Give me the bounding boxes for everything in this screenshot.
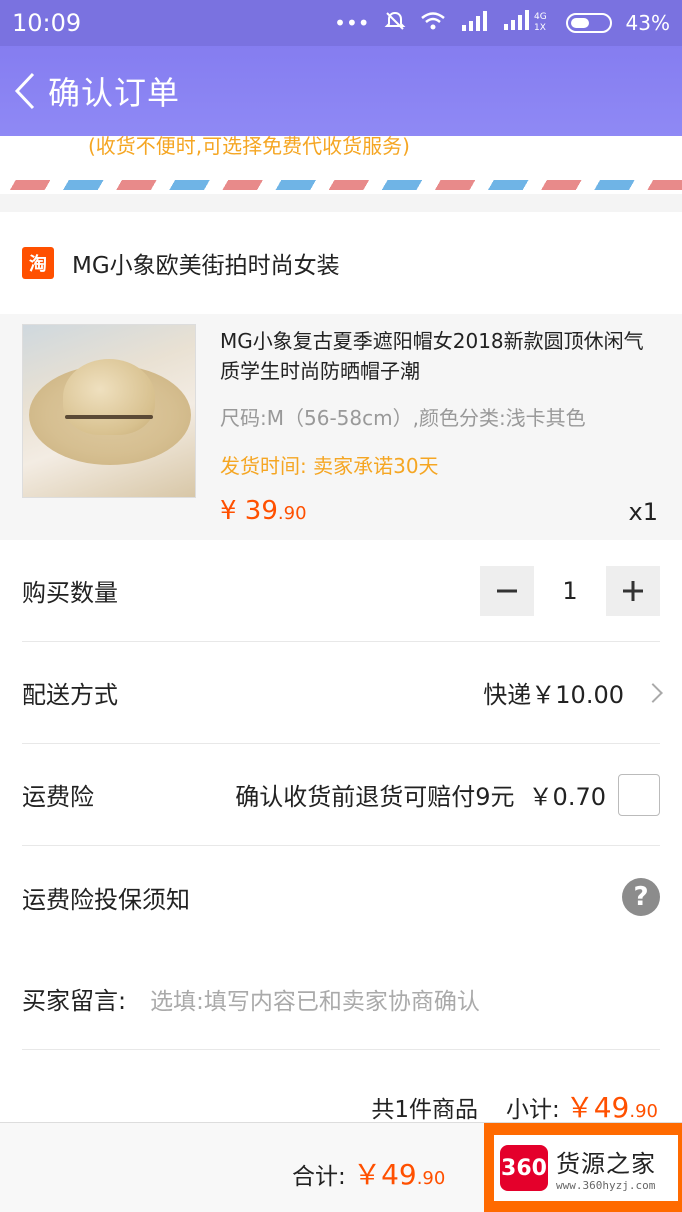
watermark-name: 货源之家 — [556, 1150, 656, 1178]
watermark-url: www.360hyzj.com — [556, 1179, 656, 1192]
product-price: ¥ 39.90 — [220, 496, 307, 526]
address-card[interactable]: (收货不便时,可选择免费代收货服务) — [0, 136, 682, 194]
shop-header[interactable]: 淘 MG小象欧美街拍时尚女装 — [0, 212, 682, 314]
airmail-stripe — [0, 180, 682, 190]
subtotal-label: 小计: — [505, 1097, 560, 1123]
order-item[interactable]: MG小象复古夏季遮阳帽女2018新款圆顶休闲气质学生时尚防晒帽子潮 尺码:M（5… — [0, 314, 682, 540]
total-major: ￥49 — [353, 1158, 417, 1191]
quantity-value[interactable]: 1 — [534, 577, 606, 605]
total-minor: .90 — [416, 1168, 446, 1189]
more-icon: ••• — [334, 11, 370, 35]
buyer-note-row: 买家留言: 选填:填写内容已和卖家协商确认 — [22, 948, 660, 1050]
watermark-text: 货源之家 www.360hyzj.com — [556, 1144, 656, 1192]
insurance-notice-row[interactable]: 运费险投保须知 ? — [22, 846, 660, 948]
signal-4g-icon: 4G 1X — [502, 9, 552, 37]
insurance-value-group: 确认收货前退货可赔付9元 ￥0.70 — [235, 773, 660, 816]
item-count: 共1件商品 — [371, 1097, 478, 1123]
delivery-value-group: 快递￥10.00 — [483, 675, 663, 710]
signal-icon — [460, 10, 488, 36]
chevron-right-icon — [643, 682, 663, 703]
delivery-row[interactable]: 配送方式 快递￥10.00 — [22, 642, 663, 744]
insurance-notice-help: ? — [622, 878, 660, 916]
help-icon[interactable]: ? — [622, 878, 660, 916]
product-spec: 尺码:M（56-58cm）,颜色分类:浅卡其色 — [220, 406, 586, 430]
order-options: 购买数量 1 配送方式 快递￥10.00 运费险 确认收货前退货可赔付9元 ￥0… — [0, 540, 682, 1122]
quantity-stepper: 1 — [480, 565, 660, 616]
watermark-logo: 360 — [500, 1145, 548, 1191]
insurance-label: 运费险 — [22, 783, 94, 811]
submit-order-button[interactable]: 360 货源之家 www.360hyzj.com — [484, 1123, 682, 1212]
wifi-icon — [420, 11, 446, 36]
delivery-value: 快递￥10.00 — [483, 681, 624, 709]
nav-bar: 确认订单 — [0, 46, 682, 136]
buyer-note-label: 买家留言: — [22, 987, 127, 1015]
page-title: 确认订单 — [48, 74, 181, 112]
status-time: 10:09 — [12, 9, 82, 37]
hat-crown — [63, 359, 155, 435]
subtotal-major: ￥49 — [565, 1091, 630, 1124]
product-quantity: x1 — [628, 498, 658, 526]
total-label: 合计: — [292, 1164, 346, 1190]
back-button[interactable] — [10, 71, 40, 111]
minus-icon — [497, 589, 517, 592]
taobao-logo-icon: 淘 — [22, 247, 54, 279]
svg-text:4G: 4G — [534, 12, 547, 22]
address-hint: (收货不便时,可选择免费代收货服务) — [88, 136, 410, 158]
decrement-button[interactable] — [480, 565, 534, 616]
delivery-label: 配送方式 — [22, 681, 118, 709]
price-major: ¥ 39 — [220, 496, 278, 526]
checkout-bar: 合计: ￥49.90 360 货源之家 www.360hyzj.com — [0, 1122, 682, 1212]
hat-band — [65, 415, 153, 419]
subtotal-minor: .90 — [629, 1101, 658, 1122]
increment-button[interactable] — [606, 565, 660, 616]
mute-icon — [384, 10, 406, 37]
insurance-price: ￥0.70 — [528, 783, 606, 811]
product-image[interactable] — [22, 324, 196, 498]
insurance-checkbox[interactable] — [618, 773, 660, 816]
quantity-row: 购买数量 1 — [22, 540, 660, 642]
total-price: ￥49.90 — [353, 1158, 445, 1191]
svg-text:1X: 1X — [534, 23, 546, 32]
price-minor: .90 — [277, 503, 307, 524]
shop-name: MG小象欧美街拍时尚女装 — [72, 253, 340, 279]
plus-icon — [623, 580, 643, 601]
insurance-row: 运费险 确认收货前退货可赔付9元 ￥0.70 — [22, 744, 660, 846]
status-bar: 10:09 ••• 4G 1X 43% — [0, 0, 682, 46]
insurance-desc: 确认收货前退货可赔付9元 — [235, 783, 515, 811]
subtotal-price: ￥49.90 — [566, 1086, 658, 1126]
subtotal-line: 共1件商品 小计: ￥49.90 — [371, 1086, 658, 1126]
quantity-label: 购买数量 — [22, 579, 118, 607]
insurance-notice-label: 运费险投保须知 — [22, 885, 190, 914]
shipping-time: 发货时间: 卖家承诺30天 — [220, 454, 439, 478]
battery-percent: 43% — [625, 11, 670, 35]
watermark: 360 货源之家 www.360hyzj.com — [494, 1135, 678, 1201]
status-icons: ••• 4G 1X 43% — [334, 9, 670, 37]
order-total: 合计: ￥49.90 — [292, 1153, 445, 1193]
battery-icon — [565, 13, 612, 33]
chevron-left-icon — [14, 72, 35, 110]
product-title: MG小象复古夏季遮阳帽女2018新款圆顶休闲气质学生时尚防晒帽子潮 — [220, 329, 644, 383]
buyer-note-input[interactable]: 选填:填写内容已和卖家协商确认 — [150, 982, 480, 1016]
